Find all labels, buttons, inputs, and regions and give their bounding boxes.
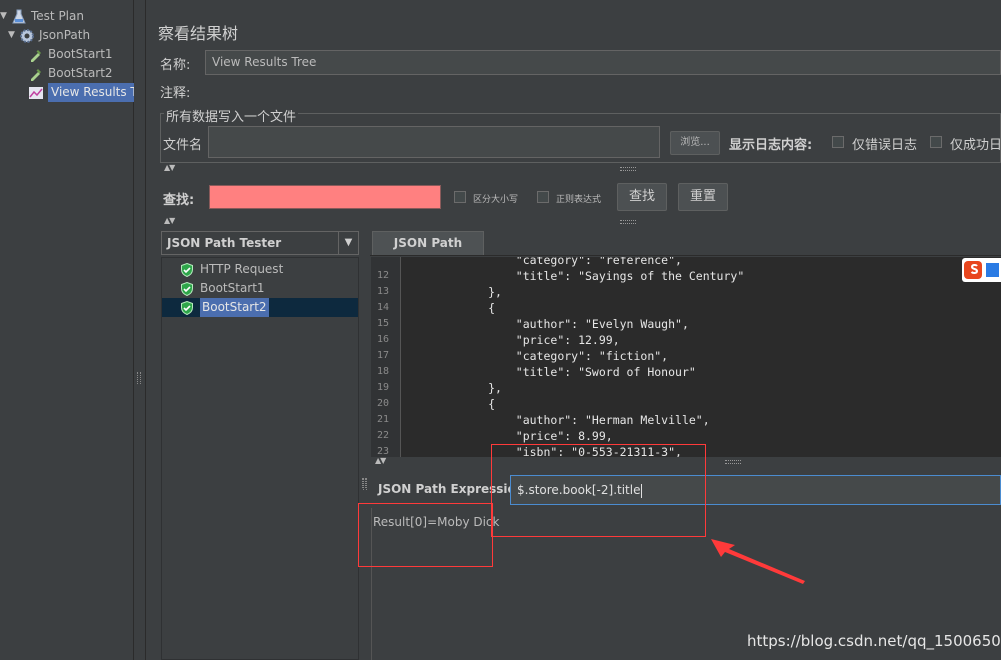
line-number: 17 [376, 350, 389, 361]
collapse-arrows-icon[interactable]: ▲▼ [375, 456, 386, 465]
sample-label: HTTP Request [200, 262, 284, 276]
splitter-grip-icon [137, 372, 141, 384]
sample-result-tree[interactable]: HTTP Request BootStart1 BootStart2 [161, 257, 359, 660]
watermark: https://blog.csdn.net/qq_15006503 [747, 632, 1001, 650]
tree-node-label: View Results Tr [48, 83, 134, 102]
code-text: "title": "Sayings of the Century" [405, 269, 745, 283]
gear-icon [19, 28, 35, 44]
annotation-box-expression [491, 444, 706, 537]
code-text: { [405, 301, 496, 315]
line-number: 19 [376, 382, 389, 393]
case-sensitive-checkbox[interactable] [454, 191, 466, 203]
line-number: 20 [376, 398, 389, 409]
code-text: "author": "Herman Melville", [405, 413, 710, 427]
code-text: "price": 12.99, [405, 333, 620, 347]
tree-node-label: BootStart2 [48, 66, 113, 80]
comment-field[interactable] [198, 80, 1001, 100]
line-number: 16 [376, 334, 389, 345]
renderer-select[interactable]: JSON Path Tester ▼ [161, 231, 359, 255]
tree-node-test-plan[interactable]: ▼ Test Plan [0, 7, 84, 26]
line-number: 12 [376, 270, 389, 281]
find-button[interactable]: 查找 [617, 183, 667, 211]
middle-splitter[interactable]: ▲▼ [160, 216, 1001, 228]
response-code-editor[interactable]: "category": "reference", 12 "title": "Say… [371, 257, 1001, 457]
page-title: 察看结果树 [158, 24, 239, 43]
expand-arrow-icon[interactable]: ▼ [8, 26, 19, 45]
splitter-grip-icon [725, 460, 741, 464]
collapse-arrows-icon[interactable]: ▲▼ [164, 216, 175, 225]
sogou-ime-icon[interactable] [962, 258, 1001, 282]
success-only-label: 仅成功日 [950, 138, 1001, 153]
code-text: }, [405, 381, 502, 395]
browse-button[interactable]: 浏览... [670, 131, 720, 155]
chevron-down-icon[interactable]: ▼ [338, 232, 358, 254]
errors-only-label: 仅错误日志 [852, 138, 918, 153]
tree-node-label: JsonPath [39, 28, 91, 42]
tree-node-jsonpath[interactable]: ▼ JsonPath [8, 26, 90, 45]
test-plan-icon [11, 9, 27, 25]
success-only-checkbox[interactable] [930, 136, 942, 148]
sample-label: BootStart2 [200, 298, 269, 317]
tree-node-bootstart1[interactable]: BootStart1 [28, 45, 113, 64]
search-label: 查找: [163, 193, 195, 208]
code-text: { [405, 397, 496, 411]
tree-node-label: Test Plan [31, 9, 84, 23]
name-label: 名称: [160, 58, 191, 73]
chart-icon [28, 85, 44, 101]
code-text: "category": "reference", [405, 257, 682, 267]
filename-label: 文件名 [163, 138, 203, 153]
vertical-splitter[interactable] [360, 228, 370, 660]
success-shield-icon [181, 300, 193, 315]
code-text: "price": 8.99, [405, 429, 613, 443]
reset-button[interactable]: 重置 [678, 183, 728, 211]
annotation-arrow-icon [711, 539, 805, 584]
annotation-box-result [358, 503, 493, 567]
code-text: "author": "Evelyn Waugh", [405, 317, 689, 331]
success-shield-icon [181, 281, 193, 296]
name-field[interactable]: View Results Tree [205, 50, 1001, 75]
filename-input[interactable] [208, 126, 660, 158]
renderer-select-value: JSON Path Tester [167, 236, 282, 250]
line-number: 15 [376, 318, 389, 329]
line-number: 14 [376, 302, 389, 313]
tree-node-view-results-tree[interactable]: View Results Tr [28, 83, 134, 102]
tree-node-label: BootStart1 [48, 47, 113, 61]
sample-item-bootstart1[interactable]: BootStart1 [180, 279, 265, 298]
test-plan-tree[interactable]: ▼ Test Plan ▼ JsonPath BootStart1 BootSt… [0, 0, 134, 660]
top-splitter[interactable]: ▲▼ [160, 163, 1001, 175]
pipette-icon [28, 47, 44, 63]
collapse-arrows-icon[interactable]: ▲▼ [164, 163, 175, 172]
regex-checkbox[interactable] [537, 191, 549, 203]
comment-label: 注释: [160, 86, 191, 101]
code-text: "category": "fiction", [405, 349, 669, 363]
success-shield-icon [181, 262, 193, 277]
sample-item-http-request[interactable]: HTTP Request [180, 260, 283, 279]
log-content-label: 显示日志内容: [729, 138, 813, 153]
tree-node-bootstart2[interactable]: BootStart2 [28, 64, 113, 83]
expand-arrow-icon[interactable]: ▼ [0, 7, 11, 26]
sample-item-bootstart2[interactable]: BootStart2 [162, 298, 358, 317]
regex-label: 正则表达式 [556, 195, 602, 205]
splitter-grip-icon [620, 220, 636, 224]
search-input[interactable] [209, 185, 441, 209]
line-number: 18 [376, 366, 389, 377]
errors-only-checkbox[interactable] [832, 136, 844, 148]
line-number: 21 [376, 414, 389, 425]
line-number: 22 [376, 430, 389, 441]
file-group-title: 所有数据写入一个文件 [164, 106, 299, 125]
splitter-grip-icon [362, 478, 366, 488]
code-text: }, [405, 285, 502, 299]
sample-label: BootStart1 [200, 281, 265, 295]
tab-json-path-tester[interactable]: JSON Path Tester [372, 231, 484, 272]
splitter-grip-icon [620, 167, 636, 171]
line-number: 13 [376, 286, 389, 297]
code-text: "title": "Sword of Honour" [405, 365, 696, 379]
pipette-icon [28, 66, 44, 82]
left-splitter[interactable] [134, 0, 146, 660]
case-sensitive-label: 区分大小写 [473, 195, 519, 205]
